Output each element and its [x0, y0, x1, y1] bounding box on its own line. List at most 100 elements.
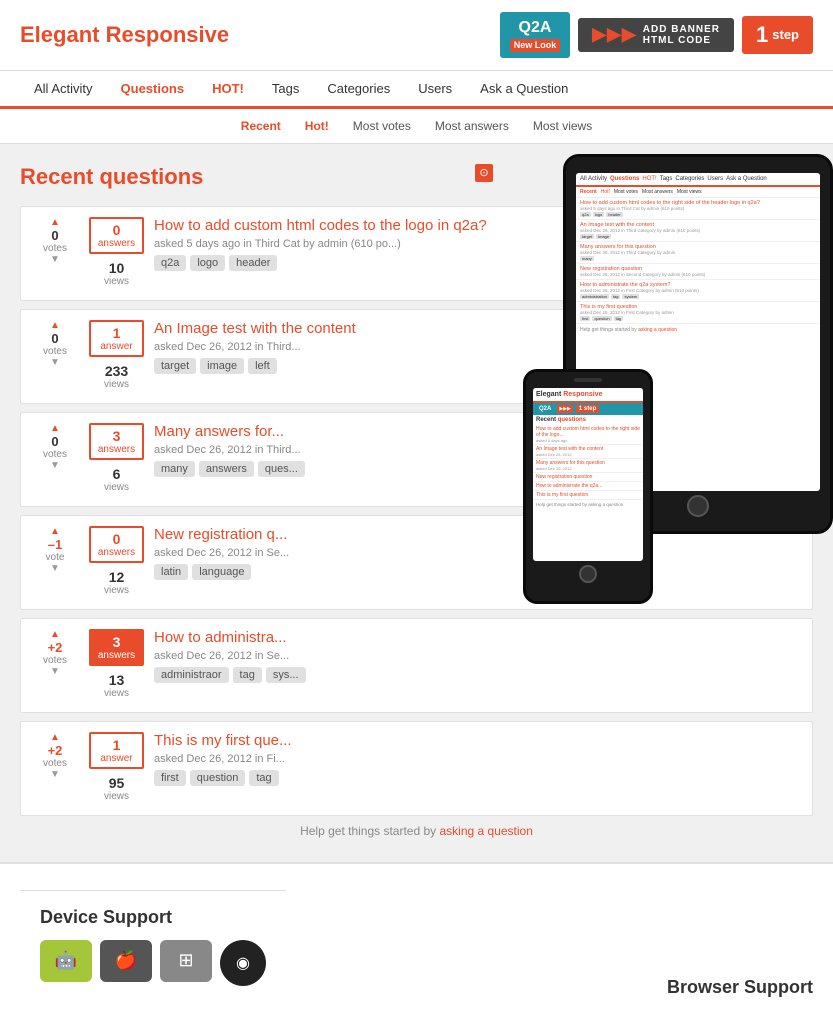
views-count: 233	[95, 363, 138, 379]
views-box: 10 views	[89, 257, 144, 290]
question-title-link[interactable]: How to add custom html codes to the logo…	[154, 217, 487, 234]
vote-up-icon[interactable]: ▲	[50, 526, 60, 537]
table-row: ▲ +2 votes ▼ 3 answers 13 views	[20, 618, 813, 713]
vote-count: 0	[51, 228, 58, 243]
tag-item[interactable]: ques...	[258, 461, 305, 477]
apple-icon: 🍎	[100, 940, 152, 982]
vote-section: ▲ 0 votes ▼	[31, 320, 79, 368]
question-title-link[interactable]: An Image test with the content	[154, 320, 356, 337]
question-content: New registration q... asked Dec 26, 2012…	[154, 526, 802, 580]
tag-item[interactable]: latin	[154, 564, 188, 580]
answers-box: 3 answers	[89, 423, 144, 460]
views-count: 6	[95, 466, 138, 482]
vote-count: +2	[48, 640, 63, 655]
main-content: Recent questions ⊙ ▲ 0 votes ▼ 0	[0, 144, 833, 862]
vote-section: ▲ 0 votes ▼	[31, 217, 79, 265]
vote-down-icon[interactable]: ▼	[50, 357, 60, 368]
answers-box: 3 answers	[89, 629, 144, 666]
answers-box: 1 answer	[89, 732, 144, 769]
views-count: 12	[95, 569, 138, 585]
subnav-most-answers[interactable]: Most answers	[423, 115, 521, 137]
tag-item[interactable]: header	[229, 255, 277, 271]
vote-label: votes	[43, 449, 67, 460]
views-box: 95 views	[89, 772, 144, 805]
tag-item[interactable]: image	[200, 358, 244, 374]
question-title-link[interactable]: Many answers for...	[154, 423, 284, 440]
browser-title: Browser Support	[667, 977, 813, 998]
nav-hot[interactable]: HOT!	[198, 71, 258, 106]
question-title-link[interactable]: How to administra...	[154, 629, 287, 646]
tag-item[interactable]: target	[154, 358, 196, 374]
sub-nav: Recent Hot! Most votes Most answers Most…	[0, 109, 833, 144]
nav-users[interactable]: Users	[404, 71, 466, 106]
answer-count: 1	[97, 325, 136, 341]
tag-item[interactable]: left	[248, 358, 277, 374]
views-label: views	[95, 585, 138, 596]
nav-questions[interactable]: Questions	[107, 71, 199, 106]
q2a-badge[interactable]: Q2A New Look	[500, 12, 571, 58]
vote-section: ▲ 0 votes ▼	[31, 423, 79, 471]
views-label: views	[95, 688, 138, 699]
tag-item[interactable]: first	[154, 770, 186, 786]
question-content: This is my first que... asked Dec 26, 20…	[154, 732, 802, 786]
vote-down-icon[interactable]: ▼	[50, 769, 60, 780]
step-badge[interactable]: 1 step	[742, 16, 813, 54]
tag-item[interactable]: q2a	[154, 255, 186, 271]
question-meta: asked Dec 26, 2012 in Third...	[154, 341, 802, 353]
question-title-link[interactable]: New registration q...	[154, 526, 287, 543]
tag-item[interactable]: logo	[190, 255, 225, 271]
tag-item[interactable]: many	[154, 461, 195, 477]
subnav-recent[interactable]: Recent	[229, 115, 293, 137]
views-box: 6 views	[89, 463, 144, 496]
nav-ask-question[interactable]: Ask a Question	[466, 71, 582, 106]
vote-up-icon[interactable]: ▲	[50, 732, 60, 743]
step-label: step	[772, 27, 799, 42]
tag-item[interactable]: question	[190, 770, 246, 786]
vote-up-icon[interactable]: ▲	[50, 217, 60, 228]
subnav-most-views[interactable]: Most views	[521, 115, 604, 137]
step-number: 1	[756, 22, 768, 48]
nav-all-activity[interactable]: All Activity	[20, 71, 107, 106]
nav-categories[interactable]: Categories	[313, 71, 404, 106]
vote-count: –1	[48, 537, 62, 552]
vote-down-icon[interactable]: ▼	[50, 563, 60, 574]
vote-label: votes	[43, 758, 67, 769]
android-icon: 🤖	[40, 940, 92, 982]
subnav-hot[interactable]: Hot!	[293, 115, 341, 137]
help-prefix: Help get things started by	[300, 824, 436, 838]
vote-section: ▲ +2 votes ▼	[31, 732, 79, 780]
vote-section: ▲ –1 vote ▼	[31, 526, 79, 574]
ask-question-link[interactable]: asking a question	[440, 824, 533, 838]
add-banner-button[interactable]: ▶▶▶ ADD BANNER HTML CODE	[578, 18, 734, 52]
tag-item[interactable]: language	[192, 564, 251, 580]
subnav-most-votes[interactable]: Most votes	[341, 115, 423, 137]
vote-down-icon[interactable]: ▼	[50, 460, 60, 471]
page-title: Recent questions	[20, 164, 813, 190]
windows-symbol: ⊞	[178, 950, 193, 971]
vote-label: votes	[43, 243, 67, 254]
vote-up-icon[interactable]: ▲	[50, 320, 60, 331]
site-header: Elegant Responsive Q2A New Look ▶▶▶ ADD …	[0, 0, 833, 71]
tag-item[interactable]: tag	[249, 770, 278, 786]
vote-up-icon[interactable]: ▲	[50, 629, 60, 640]
rss-icon[interactable]: ⊙	[475, 164, 493, 182]
answer-count: 3	[97, 428, 136, 444]
views-count: 95	[95, 775, 138, 791]
question-content: An Image test with the content asked Dec…	[154, 320, 802, 374]
answers-box: 0 answers	[89, 217, 144, 254]
stats-section: 0 answers 10 views	[89, 217, 144, 290]
vote-up-icon[interactable]: ▲	[50, 423, 60, 434]
author-link[interactable]: admin	[318, 238, 348, 250]
banner-text: ADD BANNER HTML CODE	[643, 24, 720, 46]
question-title-link[interactable]: This is my first que...	[154, 732, 292, 749]
tag-item[interactable]: answers	[199, 461, 254, 477]
nav-tags[interactable]: Tags	[258, 71, 313, 106]
table-row: ▲ +2 votes ▼ 1 answer 95 views T	[20, 721, 813, 816]
views-box: 12 views	[89, 566, 144, 599]
stats-section: 3 answers 6 views	[89, 423, 144, 496]
vote-down-icon[interactable]: ▼	[50, 666, 60, 677]
stats-section: 0 answers 12 views	[89, 526, 144, 599]
vote-down-icon[interactable]: ▼	[50, 254, 60, 265]
apple-symbol: 🍎	[115, 950, 137, 971]
question-tags: q2a logo header	[154, 255, 802, 271]
